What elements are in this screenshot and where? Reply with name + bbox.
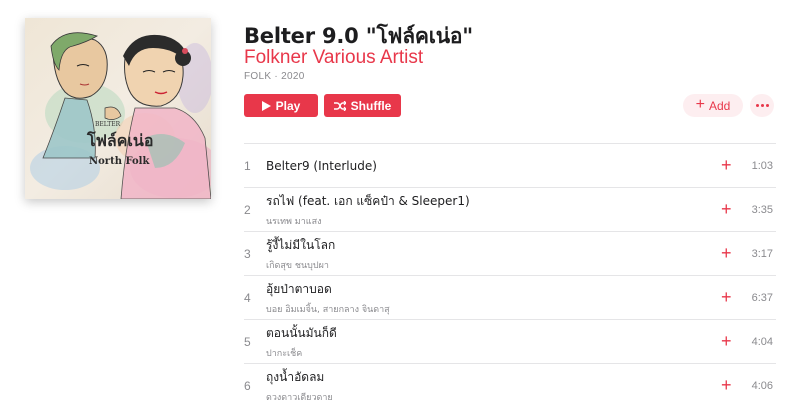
add-track-icon[interactable]: + [721, 144, 732, 187]
album-artwork-image: BELTER โฟล์คเน่อ North Folk [25, 18, 211, 199]
add-track-icon[interactable]: + [721, 232, 732, 275]
track-title: Belter9 (Interlude) [266, 158, 377, 173]
add-button-label: Add [708, 98, 731, 113]
add-track-icon[interactable]: + [721, 364, 732, 407]
track-number: 3 [244, 246, 251, 261]
track-number: 1 [244, 158, 251, 173]
more-options-button[interactable] [750, 94, 774, 117]
track-title: รถไฟ (feat. เอก แซ็คป๋า & Sleeper1) [266, 193, 470, 208]
track-duration: 4:04 [751, 335, 773, 348]
play-icon [261, 100, 271, 111]
track-duration: 6:37 [751, 291, 773, 304]
ellipsis-icon [755, 104, 769, 107]
track-title: รู้งี้ไม่มีในโลก [266, 237, 336, 252]
track-duration: 3:17 [751, 247, 773, 260]
track-list: 1 Belter9 (Interlude) +1:03 2 รถไฟ (feat. เอ… [244, 143, 776, 407]
shuffle-button-label: Shuffle [350, 98, 392, 113]
track-title: ตอนนั้นมันก็ดี [266, 325, 337, 340]
add-to-library-button[interactable]: + Add [683, 94, 743, 117]
play-button[interactable]: Play [244, 94, 318, 117]
add-track-icon[interactable]: + [721, 320, 732, 363]
track-duration: 1:03 [751, 159, 773, 172]
album-artwork[interactable]: BELTER โฟล์คเน่อ North Folk [25, 18, 211, 199]
track-row[interactable]: 3 รู้งี้ไม่มีในโลกเกิดสุข ชนบุปผา +3:17 [244, 231, 776, 275]
track-artist-link[interactable]: บอย อิมเมจิ้น, สายกลาง จินดาสุ [266, 302, 390, 316]
track-info: อุ้ยป่าตาบอดบอย อิมเมจิ้น, สายกลาง จินดา… [266, 276, 390, 319]
track-row[interactable]: 1 Belter9 (Interlude) +1:03 [244, 143, 776, 187]
artwork-subtitle: North Folk [89, 156, 150, 167]
artwork-brand: BELTER [95, 121, 121, 128]
track-info: รถไฟ (feat. เอก แซ็คป๋า & Sleeper1) นรเทพ… [266, 188, 470, 231]
album-artist-link[interactable]: Folkner Various Artist [244, 47, 423, 69]
track-title: อุ้ยป่าตาบอด [266, 281, 332, 296]
track-number: 5 [244, 334, 251, 349]
track-row[interactable]: 4 อุ้ยป่าตาบอดบอย อิมเมจิ้น, สายกลาง จินด… [244, 275, 776, 319]
play-button-label: Play [275, 98, 301, 113]
add-track-icon[interactable]: + [721, 188, 732, 231]
track-title: ถุงน้ำอัดลม [266, 369, 325, 384]
track-info: รู้งี้ไม่มีในโลกเกิดสุข ชนบุปผา [266, 232, 335, 275]
track-artist-link[interactable]: เกิดสุข ชนบุปผา [266, 258, 335, 272]
track-row[interactable]: 5 ตอนนั้นมันก็ดีปากะเช็ค +4:04 [244, 319, 776, 363]
track-artist-link[interactable]: ดวงดาวเดียวดาย [266, 390, 333, 404]
track-duration: 4:06 [751, 379, 773, 392]
track-info: ตอนนั้นมันก็ดีปากะเช็ค [266, 320, 337, 363]
track-number: 6 [244, 378, 251, 393]
add-track-icon[interactable]: + [721, 276, 732, 319]
album-genre-year: FOLK · 2020 [244, 71, 305, 82]
track-number: 4 [244, 290, 251, 305]
plus-icon: + [695, 95, 705, 113]
track-artist-link[interactable]: นรเทพ มาแสง [266, 214, 470, 228]
track-info: Belter9 (Interlude) [266, 144, 377, 187]
track-row[interactable]: 2 รถไฟ (feat. เอก แซ็คป๋า & Sleeper1) นรเท… [244, 187, 776, 231]
track-duration: 3:35 [751, 203, 773, 216]
track-info: ถุงน้ำอัดลมดวงดาวเดียวดาย [266, 364, 333, 407]
shuffle-icon [333, 100, 346, 111]
track-artist-link[interactable]: ปากะเช็ค [266, 346, 337, 360]
shuffle-button[interactable]: Shuffle [324, 94, 401, 117]
artwork-title: โฟล์คเน่อ [86, 130, 153, 150]
track-row[interactable]: 6 ถุงน้ำอัดลมดวงดาวเดียวดาย +4:06 [244, 363, 776, 407]
track-number: 2 [244, 202, 251, 217]
